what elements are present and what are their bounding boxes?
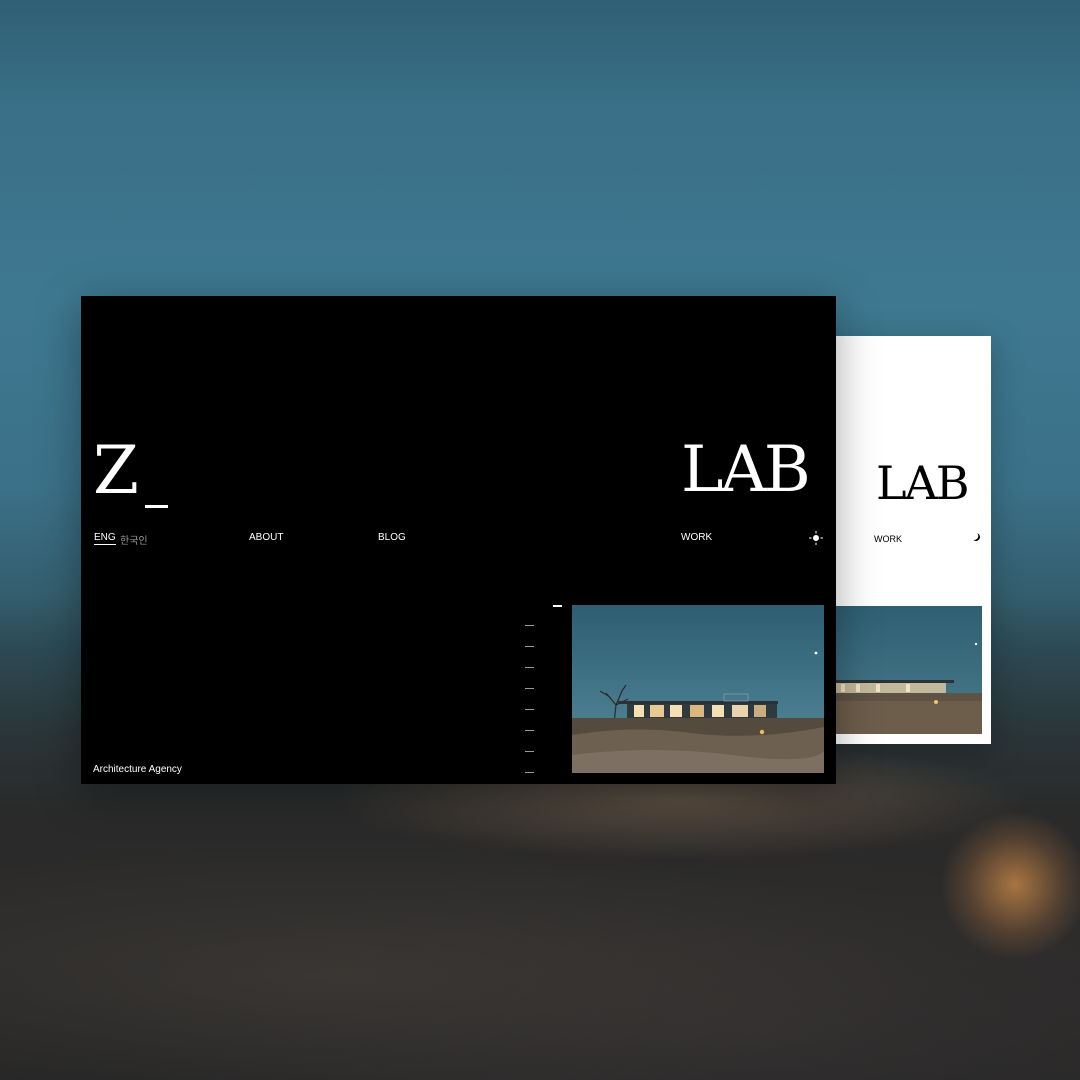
lang-korean-link[interactable]: 한국인 bbox=[120, 532, 148, 547]
slide-tick[interactable] bbox=[525, 751, 534, 752]
sun-icon[interactable] bbox=[809, 531, 823, 545]
light-hero-photo bbox=[836, 606, 982, 734]
logo-underscore bbox=[145, 505, 168, 508]
tagline: Architecture Agency bbox=[93, 764, 182, 775]
moon-icon[interactable] bbox=[971, 532, 982, 543]
slide-tick[interactable] bbox=[525, 772, 534, 773]
dark-mode-window: Z LAB ENG 한국인 ABOUT BLOG WORK Architectu… bbox=[81, 296, 836, 784]
logo-lab[interactable]: LAB bbox=[681, 438, 811, 502]
hero-photo[interactable] bbox=[572, 605, 824, 773]
slide-tick[interactable] bbox=[525, 709, 534, 710]
background-light bbox=[940, 810, 1080, 960]
logo-z[interactable]: Z bbox=[93, 438, 139, 504]
background-ground bbox=[0, 820, 1080, 1080]
slide-tick[interactable] bbox=[525, 730, 534, 731]
nav-about[interactable]: ABOUT bbox=[249, 532, 283, 543]
slide-tick-active[interactable] bbox=[553, 605, 562, 607]
light-nav-work[interactable]: WORK bbox=[874, 534, 902, 544]
slide-tick[interactable] bbox=[525, 688, 534, 689]
light-logo[interactable]: LAB bbox=[876, 460, 970, 506]
nav-blog[interactable]: BLOG bbox=[378, 532, 406, 543]
slide-tick[interactable] bbox=[525, 667, 534, 668]
slide-indicator[interactable] bbox=[525, 604, 565, 774]
lang-eng-link[interactable]: ENG bbox=[94, 532, 116, 545]
slide-tick[interactable] bbox=[525, 625, 534, 626]
slide-tick[interactable] bbox=[525, 646, 534, 647]
nav-work[interactable]: WORK bbox=[681, 532, 712, 543]
light-mode-preview: LAB WORK bbox=[836, 336, 991, 744]
